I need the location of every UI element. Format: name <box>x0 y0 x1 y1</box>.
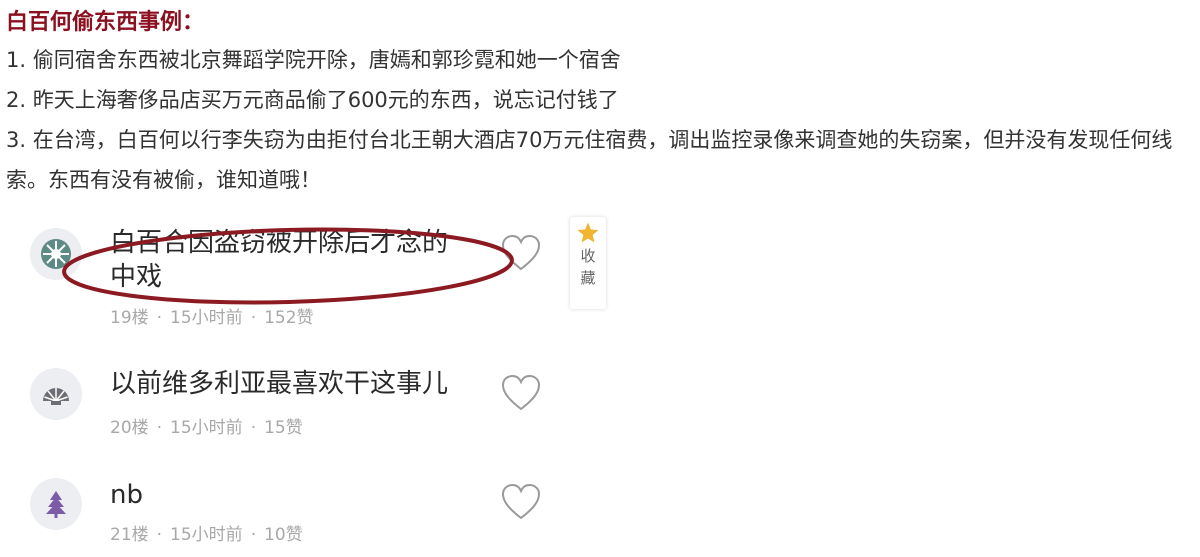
comment-text: nb <box>110 480 143 510</box>
avatar[interactable] <box>30 478 82 530</box>
favorite-button[interactable]: 收藏 <box>570 217 606 309</box>
avatar[interactable] <box>30 368 82 420</box>
star-icon <box>577 222 599 243</box>
article: 白百何偷东西事例： 1. 偷同宿舍东西被北京舞蹈学院开除，唐嫣和郭珍霓和她一个宿… <box>6 6 1194 200</box>
article-paragraph-1: 1. 偷同宿舍东西被北京舞蹈学院开除，唐嫣和郭珍霓和她一个宿舍 <box>6 48 621 72</box>
heart-icon[interactable] <box>500 373 542 413</box>
tree-avatar-icon <box>46 491 66 518</box>
heart-icon[interactable] <box>500 482 542 522</box>
starburst-avatar-icon <box>41 239 71 269</box>
comment-likes: 152赞 <box>264 308 314 328</box>
article-paragraph-2: 2. 昨天上海奢侈品店买万元商品偷了600元的东西，说忘记付钱了 <box>6 88 619 112</box>
shell-avatar-icon <box>43 388 69 405</box>
comment-meta: 21楼 · 15小时前 · 10赞 <box>110 525 303 545</box>
comment-floor: 21楼 <box>110 525 149 545</box>
avatar[interactable] <box>30 228 82 280</box>
comment-floor: 20楼 <box>110 418 149 438</box>
comment-floor: 19楼 <box>110 308 149 328</box>
comment-meta: 19楼 · 15小时前 · 152赞 <box>110 308 314 328</box>
comment-time: 15小时前 <box>170 308 243 328</box>
heart-icon[interactable] <box>500 233 542 273</box>
article-heading: 白百何偷东西事例： <box>6 10 205 35</box>
comment-text: 以前维多利亚最喜欢干这事儿 <box>110 369 449 399</box>
comment-time: 15小时前 <box>170 418 243 438</box>
article-paragraph-3: 3. 在台湾，白百何以行李失窃为由拒付台北王朝大酒店70万元住宿费，调出监控录像… <box>6 128 1173 192</box>
comment-meta: 20楼 · 15小时前 · 15赞 <box>110 418 303 438</box>
comment-likes: 15赞 <box>264 418 303 438</box>
comment-likes: 10赞 <box>264 525 303 545</box>
comment-time: 15小时前 <box>170 525 243 545</box>
favorite-label: 收藏 <box>580 247 596 287</box>
comment-text: 白百合因盗窃被开除后才念的中戏 <box>110 228 449 292</box>
